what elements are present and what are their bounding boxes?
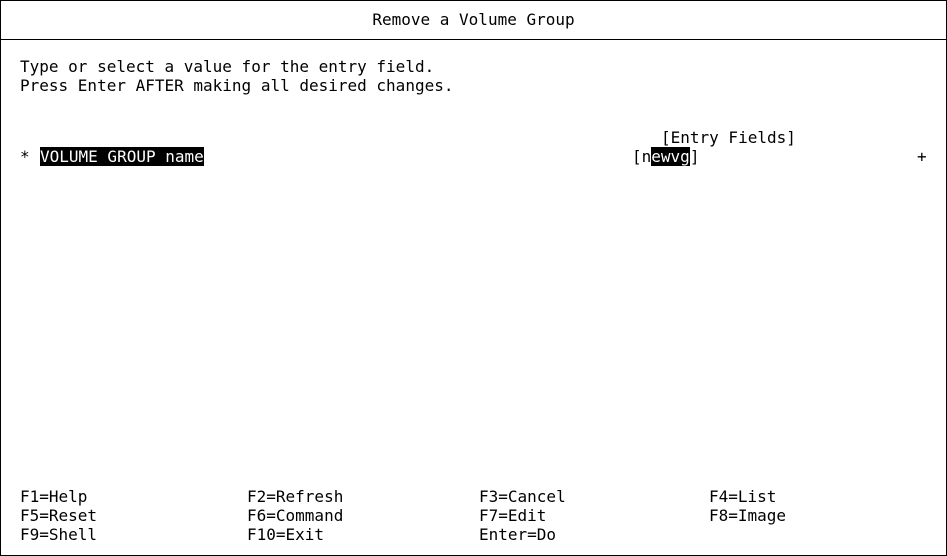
field-bracket-open: [ xyxy=(632,147,642,166)
entry-fields-header: [Entry Fields] xyxy=(661,128,796,147)
instruction-line-2: Press Enter AFTER making all desired cha… xyxy=(20,76,454,95)
enter-do-key[interactable]: Enter=Do xyxy=(479,525,709,544)
field-value-selected[interactable]: ewvg xyxy=(651,147,690,166)
f1-help-key[interactable]: F1=Help xyxy=(20,487,247,506)
function-key-row: F1=Help F2=Refresh F3=Cancel F4=List xyxy=(20,487,920,506)
function-key-row: F5=Reset F6=Command F7=Edit F8=Image xyxy=(20,506,920,525)
f4-list-key[interactable]: F4=List xyxy=(709,487,909,506)
required-marker: * xyxy=(20,147,30,166)
field-value-head[interactable]: n xyxy=(642,147,652,166)
title-divider xyxy=(1,39,946,40)
empty-key-slot xyxy=(709,525,909,544)
list-indicator-icon[interactable]: + xyxy=(917,147,927,166)
f9-shell-key[interactable]: F9=Shell xyxy=(20,525,247,544)
f2-refresh-key[interactable]: F2=Refresh xyxy=(247,487,479,506)
volume-group-name-label[interactable]: VOLUME GROUP name xyxy=(40,147,204,166)
f5-reset-key[interactable]: F5=Reset xyxy=(20,506,247,525)
f10-exit-key[interactable]: F10=Exit xyxy=(247,525,479,544)
f7-edit-key[interactable]: F7=Edit xyxy=(479,506,709,525)
function-key-bar: F1=Help F2=Refresh F3=Cancel F4=List F5=… xyxy=(20,487,920,544)
f6-command-key[interactable]: F6=Command xyxy=(247,506,479,525)
field-bracket-close: ] xyxy=(689,147,700,166)
page-title: Remove a Volume Group xyxy=(372,10,575,29)
function-key-row: F9=Shell F10=Exit Enter=Do xyxy=(20,525,920,544)
smit-screen: Remove a Volume Group Type or select a v… xyxy=(0,0,947,556)
volume-group-name-field[interactable]: [newvg] xyxy=(632,147,699,166)
instruction-line-1: Type or select a value for the entry fie… xyxy=(20,57,435,76)
f3-cancel-key[interactable]: F3=Cancel xyxy=(479,487,709,506)
f8-image-key[interactable]: F8=Image xyxy=(709,506,909,525)
